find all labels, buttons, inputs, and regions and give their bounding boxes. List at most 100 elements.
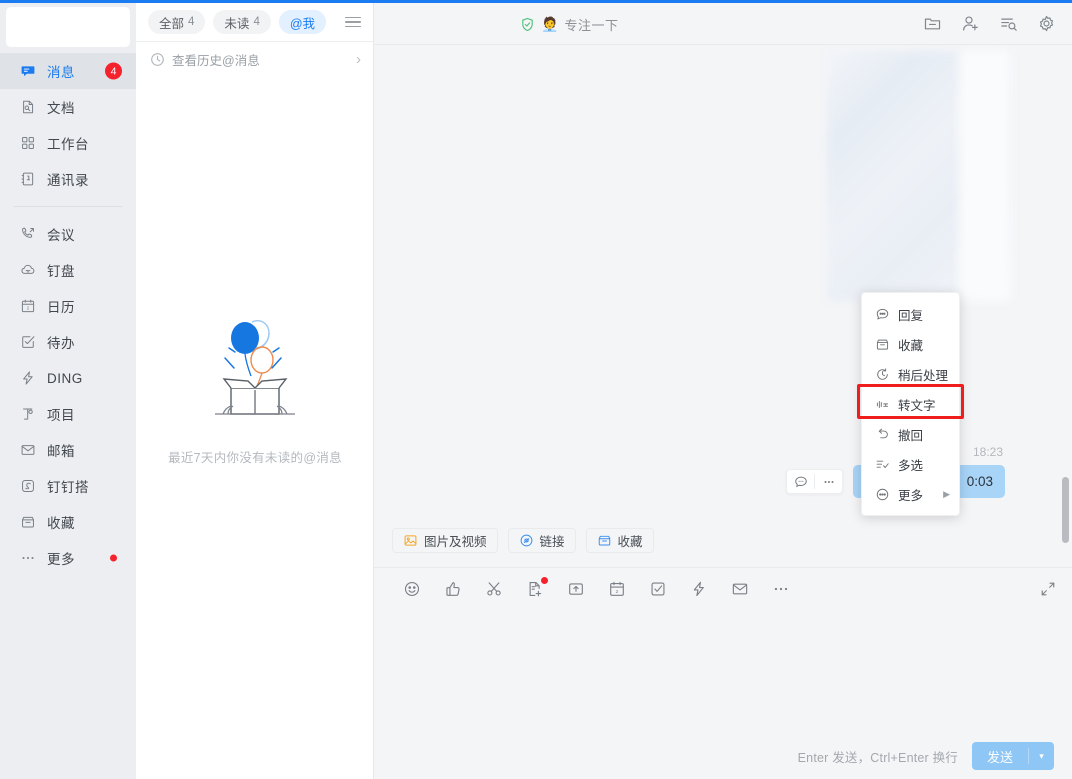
more-dots-icon (18, 548, 38, 568)
attachment-chips: 图片及视频 链接 收藏 (392, 528, 654, 553)
sidebar-item-meeting[interactable]: 会议 (0, 216, 136, 252)
image-icon (403, 533, 418, 548)
sidebar-item-label: 消息 (47, 65, 75, 80)
attach-chip-label: 图片及视频 (424, 535, 487, 549)
favorite-icon (18, 512, 38, 532)
history-mention-row[interactable]: 查看历史@消息 › (136, 42, 373, 76)
sidebar-notification-dot (110, 554, 117, 562)
message-editor[interactable] (374, 610, 1072, 733)
thumbs-up-icon[interactable] (443, 579, 463, 599)
context-menu-item-label: 多选 (898, 458, 924, 473)
context-menu-item-more-circle[interactable]: 更多 ▶ (862, 479, 959, 509)
list-tab-count: 4 (253, 16, 260, 28)
sidebar-item-ding[interactable]: DING (0, 360, 136, 396)
contacts-icon (18, 169, 38, 189)
favorite-icon (597, 533, 612, 548)
sidebar-item-project[interactable]: 项目 (0, 396, 136, 432)
folder-icon[interactable] (923, 14, 942, 33)
sidebar-item-label: 收藏 (47, 516, 75, 531)
more-dots-icon[interactable] (771, 579, 791, 599)
list-tab-label: @我 (289, 16, 316, 31)
mail-icon[interactable] (730, 579, 750, 599)
clock-icon (150, 52, 165, 67)
sidebar-item-more-dots[interactable]: 更多 (0, 540, 136, 576)
sidebar-item-label: 钉钉搭 (47, 480, 89, 495)
send-button-group[interactable]: 发送 ▾ (971, 742, 1054, 770)
context-menu-item-label: 撤回 (898, 428, 924, 443)
history-mention-label: 查看历史@消息 (172, 53, 260, 68)
empty-box-balloons-illustration (195, 300, 315, 425)
sidebar-item-workbench[interactable]: 工作台 (0, 125, 136, 161)
context-menu-item-reply-bubble[interactable]: 回复 (862, 299, 959, 329)
upload-folder-icon[interactable] (566, 579, 586, 599)
expand-icon[interactable] (1038, 579, 1058, 599)
cloud-icon (18, 260, 38, 280)
sidebar-item-cloud[interactable]: 钉盘 (0, 252, 136, 288)
attach-chip-image[interactable]: 图片及视频 (392, 528, 498, 553)
context-menu-item-label: 回复 (898, 308, 924, 323)
sidebar-item-label: 待办 (47, 336, 75, 351)
sidebar-item-message[interactable]: 消息 4 (0, 53, 136, 89)
context-menu-item-clock[interactable]: 稍后处理 (862, 359, 959, 389)
list-tab-count: 4 (188, 16, 195, 28)
reply-bubble-icon[interactable] (787, 469, 814, 494)
list-tab-mention[interactable]: @我 (278, 10, 327, 34)
chat-title-emoji: 🧑‍💼 (541, 16, 559, 32)
sidebar-item-label: 日历 (47, 300, 75, 315)
toolbar-notification-dot (541, 577, 548, 584)
meeting-icon (18, 224, 38, 244)
context-menu-item-favorite[interactable]: 收藏 (862, 329, 959, 359)
dingtalk-build-icon (18, 476, 38, 496)
project-icon (18, 404, 38, 424)
sidebar-item-mail[interactable]: 邮箱 (0, 432, 136, 468)
sidebar-item-contacts[interactable]: 通讯录 (0, 161, 136, 197)
search-chat-icon[interactable] (999, 14, 1018, 33)
sidebar-badge: 4 (105, 62, 122, 80)
sidebar-item-label: 工作台 (47, 137, 89, 152)
calendar-icon[interactable]: 2 (607, 579, 627, 599)
message-input-area: 2 Enter 发送，Ctrl+Enter 换行 发送 ▾ (374, 567, 1072, 779)
mail-icon (18, 440, 38, 460)
context-menu-item-voice-to-text[interactable]: 转文字 (862, 389, 959, 419)
attach-chip-label: 链接 (539, 535, 565, 549)
context-menu-item-multi-select[interactable]: 多选 (862, 449, 959, 479)
list-menu-icon[interactable] (345, 13, 363, 31)
favorite-icon (875, 337, 890, 352)
list-tab-all[interactable]: 全部 4 (148, 10, 206, 34)
sidebar-item-dingtalk-build[interactable]: 钉钉搭 (0, 468, 136, 504)
sidebar-item-label: 通讯录 (47, 173, 89, 188)
app-window: 消息 4 文档 工作台 通讯录 会议 钉盘 2 日历 待办 DING 项目 邮箱 钉钉搭 收藏 更多 全部 4 未… (0, 0, 1072, 779)
add-member-icon[interactable] (961, 14, 980, 33)
sidebar-item-todo[interactable]: 待办 (0, 324, 136, 360)
sidebar-item-document[interactable]: 文档 (0, 89, 136, 125)
send-options-caret-icon[interactable]: ▾ (1029, 742, 1054, 770)
profile-avatar-card[interactable] (6, 7, 130, 47)
input-toolbar: 2 (374, 568, 1072, 610)
chat-scrollbar-thumb[interactable] (1062, 477, 1069, 543)
scissors-icon[interactable] (484, 579, 504, 599)
sidebar-item-label: 更多 (47, 552, 75, 567)
sidebar-item-favorite[interactable]: 收藏 (0, 504, 136, 540)
chat-title-group: 🧑‍💼 专注一下 (520, 3, 618, 45)
more-circle-icon (875, 487, 890, 502)
sidebar-item-calendar[interactable]: 2 日历 (0, 288, 136, 324)
undo-icon (875, 427, 890, 442)
settings-gear-icon[interactable] (1037, 14, 1056, 33)
ding-icon (18, 368, 38, 388)
redacted-content-block-secondary (959, 49, 1011, 301)
list-tab-unread[interactable]: 未读 4 (213, 10, 271, 34)
context-menu-item-undo[interactable]: 撤回 (862, 419, 959, 449)
chevron-right-icon: › (356, 50, 361, 68)
ding-lightning-icon[interactable] (689, 579, 709, 599)
more-dots-icon[interactable] (815, 469, 842, 494)
send-button[interactable]: 发送 (972, 742, 1028, 770)
todo-check-icon[interactable] (648, 579, 668, 599)
svg-text:2: 2 (27, 306, 30, 311)
list-tab-label: 未读 (224, 16, 250, 31)
attach-chip-favorite[interactable]: 收藏 (585, 528, 654, 553)
attach-chip-link[interactable]: 链接 (507, 528, 576, 553)
file-add-icon[interactable] (525, 577, 548, 599)
emoji-icon[interactable] (402, 579, 422, 599)
list-tab-label: 全部 (159, 16, 185, 31)
chat-scrollbar-track[interactable] (1062, 45, 1069, 567)
